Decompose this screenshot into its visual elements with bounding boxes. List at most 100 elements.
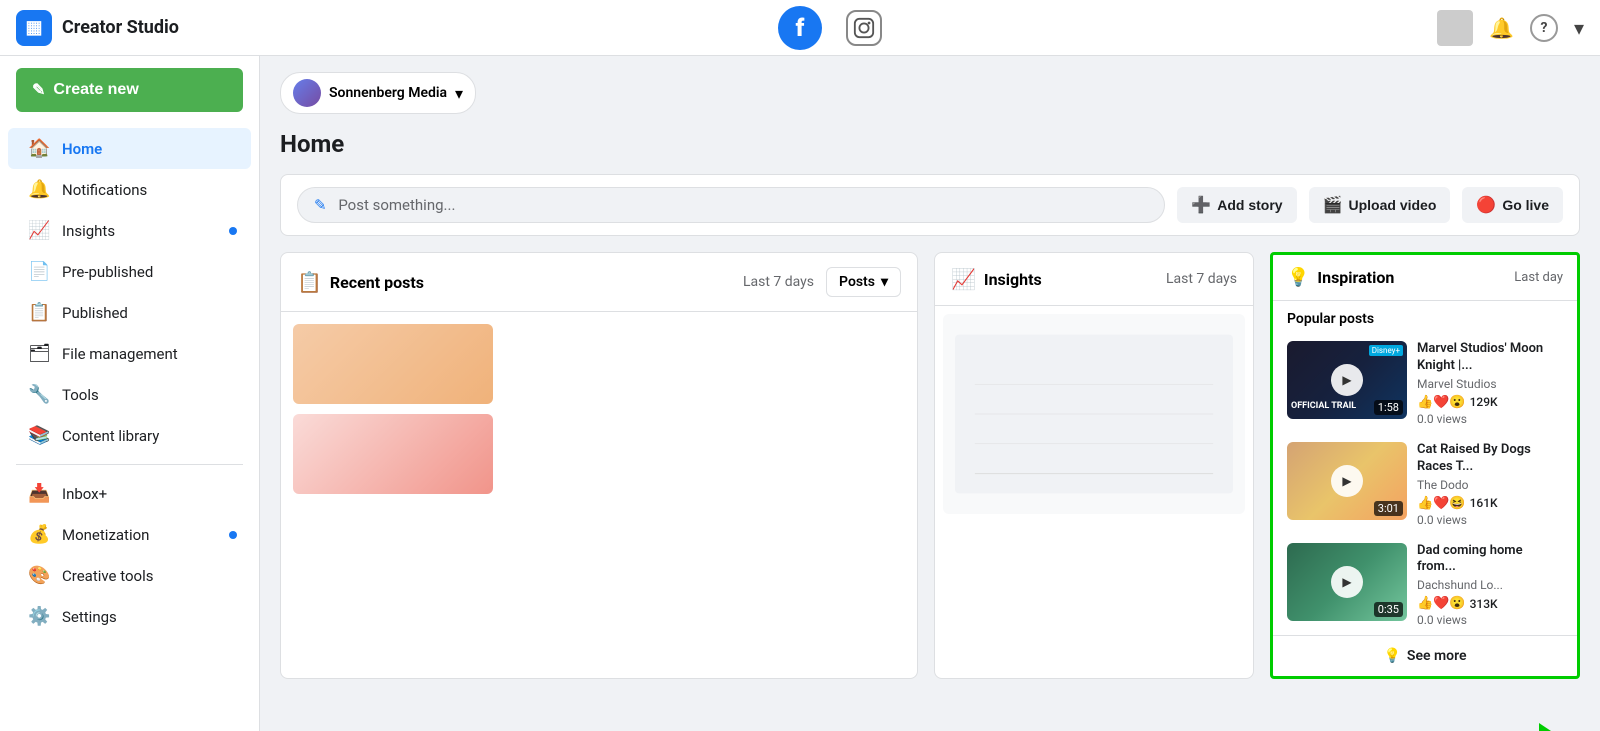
insights-period: Last 7 days <box>1166 271 1237 287</box>
green-arrow-container <box>1464 723 1584 731</box>
top-navigation: ▦ Creator Studio f 🔔 ? ▾ <box>0 0 1600 56</box>
video-reactions-1: 👍❤️😮 129K <box>1417 395 1563 410</box>
video-info-2: Cat Raised By Dogs Races T... The Dodo 👍… <box>1417 442 1563 527</box>
pencil-icon: ✎ <box>32 80 45 100</box>
home-icon: 🏠 <box>28 138 50 159</box>
play-button-1: ▶ <box>1331 364 1363 396</box>
sidebar-label-tools: Tools <box>62 386 99 404</box>
lightbulb-icon: 💡 <box>1287 267 1309 288</box>
notifications-bell-icon[interactable]: 🔔 <box>1489 16 1514 40</box>
reaction-count-3: 313K <box>1470 597 1498 611</box>
sidebar-item-inbox[interactable]: 📥 Inbox+ <box>8 473 251 514</box>
sidebar-label-inbox: Inbox+ <box>62 485 107 503</box>
main-grid: 📋 Recent posts Last 7 days Posts ▾ <box>280 252 1580 679</box>
video-duration-2: 3:01 <box>1374 501 1403 516</box>
video-item-3[interactable]: ▶ 0:35 Dad coming home from... Dachshund… <box>1273 535 1577 636</box>
inspiration-header: 💡 Inspiration Last day <box>1273 255 1577 301</box>
reaction-count-2: 161K <box>1470 496 1498 510</box>
inspiration-title-text: Inspiration <box>1317 268 1394 287</box>
sidebar: ✎ Create new 🏠 Home 🔔 Notifications 📈 In… <box>0 56 260 731</box>
add-story-icon: ➕ <box>1191 195 1211 215</box>
video-views-1: 0.0 views <box>1417 412 1563 426</box>
insights-header: 📈 Insights Last 7 days <box>935 253 1253 306</box>
go-live-button[interactable]: 🔴 Go live <box>1462 187 1563 223</box>
post-thumbnail-2 <box>293 414 493 494</box>
play-button-2: ▶ <box>1331 465 1363 497</box>
posts-content <box>281 312 917 506</box>
insights-icon: 📈 <box>28 220 50 241</box>
sidebar-label-creative-tools: Creative tools <box>62 567 153 585</box>
bell-sidebar-icon: 🔔 <box>28 179 50 200</box>
see-more-label: See more <box>1407 648 1467 664</box>
account-name: Sonnenberg Media <box>329 85 447 101</box>
insights-chart <box>955 326 1233 502</box>
post-icon: ✎ <box>314 196 327 214</box>
post-bar: ✎ Post something... ➕ Add story 🎬 Upload… <box>280 174 1580 236</box>
post-input[interactable]: ✎ Post something... <box>297 187 1165 223</box>
instagram-icon[interactable] <box>846 10 882 46</box>
content-inner: Sonnenberg Media ▾ Home ✎ Post something… <box>260 56 1600 731</box>
add-story-label: Add story <box>1217 197 1282 213</box>
account-chevron-icon: ▾ <box>455 84 463 103</box>
sidebar-label-insights: Insights <box>62 222 115 240</box>
sidebar-label-published: Published <box>62 304 128 322</box>
create-new-button[interactable]: ✎ Create new <box>16 68 243 112</box>
sidebar-item-home[interactable]: 🏠 Home <box>8 128 251 169</box>
sidebar-label-settings: Settings <box>62 608 117 626</box>
published-icon: 📋 <box>28 302 50 323</box>
user-menu-chevron-icon[interactable]: ▾ <box>1574 16 1584 40</box>
sidebar-item-file-management[interactable]: 🗂 File management <box>8 333 251 374</box>
go-live-label: Go live <box>1502 197 1549 213</box>
video-channel-2: The Dodo <box>1417 478 1563 492</box>
sidebar-label-pre-published: Pre-published <box>62 263 153 281</box>
insights-card: 📈 Insights Last 7 days <box>934 252 1254 679</box>
video-item-2[interactable]: ▶ 3:01 Cat Raised By Dogs Races T... The… <box>1273 434 1577 535</box>
sidebar-item-monetization[interactable]: 💰 Monetization <box>8 514 251 555</box>
video-title-1: Marvel Studios' Moon Knight |... <box>1417 341 1563 375</box>
posts-filter-dropdown[interactable]: Posts ▾ <box>826 267 901 297</box>
app-title: Creator Studio <box>62 17 179 38</box>
recent-posts-card: 📋 Recent posts Last 7 days Posts ▾ <box>280 252 918 679</box>
sidebar-item-published[interactable]: 📋 Published <box>8 292 251 333</box>
video-duration-3: 0:35 <box>1374 602 1403 617</box>
file-management-icon: 🗂 <box>28 343 50 364</box>
sidebar-item-notifications[interactable]: 🔔 Notifications <box>8 169 251 210</box>
tools-icon: 🔧 <box>28 384 50 405</box>
recent-posts-header: 📋 Recent posts Last 7 days Posts ▾ <box>281 253 917 312</box>
creative-tools-icon: 🎨 <box>28 565 50 586</box>
video-duration-1: 1:58 <box>1374 400 1403 415</box>
create-new-label: Create new <box>53 81 138 99</box>
insights-icon-card: 📈 <box>951 267 976 291</box>
official-trail-text: OFFICIAL TRAIL <box>1291 401 1356 411</box>
video-thumb-3: ▶ 0:35 <box>1287 543 1407 621</box>
popular-posts-label: Popular posts <box>1273 301 1577 333</box>
video-reactions-2: 👍❤️😆 161K <box>1417 496 1563 511</box>
video-info-1: Marvel Studios' Moon Knight |... Marvel … <box>1417 341 1563 426</box>
sidebar-item-insights[interactable]: 📈 Insights <box>8 210 251 251</box>
sidebar-item-creative-tools[interactable]: 🎨 Creative tools <box>8 555 251 596</box>
upload-video-button[interactable]: 🎬 Upload video <box>1309 187 1451 223</box>
page-header: Sonnenberg Media ▾ <box>280 72 1580 114</box>
recent-posts-title: 📋 Recent posts <box>297 270 424 294</box>
upload-video-icon: 🎬 <box>1323 195 1343 215</box>
video-channel-1: Marvel Studios <box>1417 377 1563 391</box>
help-icon[interactable]: ? <box>1530 14 1558 42</box>
video-item-1[interactable]: ▶ OFFICIAL TRAIL Disney+ 1:58 Marvel Stu… <box>1273 333 1577 434</box>
recent-posts-period: Last 7 days <box>743 274 814 290</box>
video-thumb-2: ▶ 3:01 <box>1287 442 1407 520</box>
inspiration-period: Last day <box>1514 270 1563 285</box>
facebook-icon[interactable]: f <box>778 6 822 50</box>
see-more-row[interactable]: 💡 See more <box>1273 635 1577 676</box>
content-area: Sonnenberg Media ▾ Home ✎ Post something… <box>260 56 1600 731</box>
top-nav-left: ▦ Creator Studio <box>16 10 276 46</box>
sidebar-item-content-library[interactable]: 📚 Content library <box>8 415 251 456</box>
reaction-emojis-3: 👍❤️😮 <box>1417 596 1466 611</box>
account-selector[interactable]: Sonnenberg Media ▾ <box>280 72 476 114</box>
sidebar-item-settings[interactable]: ⚙️ Settings <box>8 596 251 637</box>
sidebar-item-tools[interactable]: 🔧 Tools <box>8 374 251 415</box>
video-views-3: 0.0 views <box>1417 613 1563 627</box>
upload-video-label: Upload video <box>1348 197 1436 213</box>
inspiration-title-row: 💡 Inspiration <box>1287 267 1394 288</box>
add-story-button[interactable]: ➕ Add story <box>1177 187 1296 223</box>
sidebar-item-pre-published[interactable]: 📄 Pre-published <box>8 251 251 292</box>
